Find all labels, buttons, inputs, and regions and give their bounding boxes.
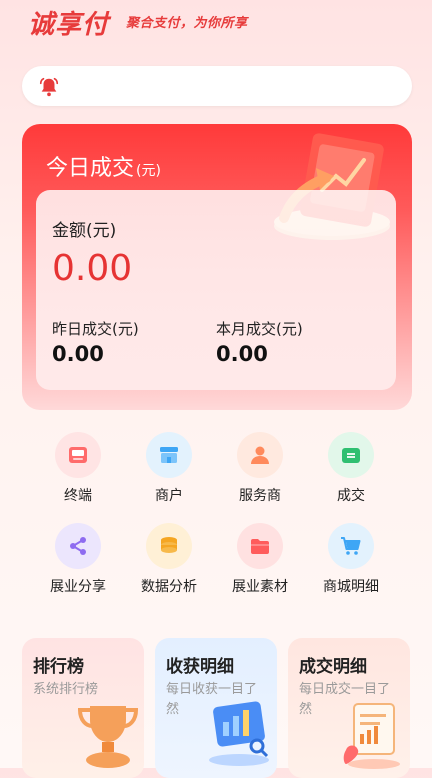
today-title-text: 今日成交 <box>46 156 135 181</box>
menu-label: 商城明细 <box>323 579 379 595</box>
menu-item-terminal[interactable]: 终端 <box>30 432 126 512</box>
menu-label: 成交 <box>337 488 365 504</box>
menu-label: 展业素材 <box>232 579 288 595</box>
cart-icon <box>328 523 374 569</box>
menu-item-material[interactable]: 展业素材 <box>212 523 308 603</box>
menu-item-deal[interactable]: 成交 <box>303 432 399 512</box>
ranking-card-subtitle: 系统排行榜 <box>33 682 99 697</box>
trophy-icon <box>77 706 139 768</box>
income-detail-card[interactable]: 收获明细 每日收获一目了然 <box>155 638 277 778</box>
income-card-title: 收获明细 <box>166 657 234 677</box>
menu-label: 数据分析 <box>141 579 197 595</box>
today-title: 今日成交 (元) <box>46 150 161 182</box>
menu-item-merchant[interactable]: 商户 <box>121 432 217 512</box>
today-title-unit: (元) <box>136 163 161 179</box>
menu-label: 服务商 <box>239 488 281 504</box>
yesterday-value: 0.00 <box>52 342 104 366</box>
menu-item-data-analysis[interactable]: 数据分析 <box>121 523 217 603</box>
yesterday-label: 昨日成交(元) <box>52 320 139 338</box>
amount-value: 0.00 <box>52 248 133 289</box>
folder-icon <box>237 523 283 569</box>
person-icon <box>237 432 283 478</box>
menu-item-mall-detail[interactable]: 商城明细 <box>303 523 399 603</box>
menu-label: 商户 <box>155 488 183 504</box>
menu-item-service-provider[interactable]: 服务商 <box>212 432 308 512</box>
menu-label: 终端 <box>64 488 92 504</box>
coins-icon <box>146 523 192 569</box>
bell-icon <box>39 77 59 97</box>
menu-item-share[interactable]: 展业分享 <box>30 523 126 603</box>
ranking-card-title: 排行榜 <box>33 657 84 677</box>
report-chart-icon <box>209 701 269 766</box>
wallet-icon <box>328 432 374 478</box>
menu-label: 展业分享 <box>50 579 106 595</box>
amount-label: 金额(元) <box>52 221 117 241</box>
store-icon <box>146 432 192 478</box>
notice-bar[interactable] <box>22 66 412 106</box>
terminal-icon <box>55 432 101 478</box>
deal-card-title: 成交明细 <box>299 657 367 677</box>
month-value: 0.00 <box>216 342 268 366</box>
deal-detail-card[interactable]: 成交明细 每日成交一目了然 <box>288 638 410 778</box>
document-icon <box>343 703 400 769</box>
ranking-card[interactable]: 排行榜 系统排行榜 <box>22 638 144 778</box>
month-label: 本月成交(元) <box>216 320 303 338</box>
app-brand: 诚享付 <box>28 10 110 40</box>
app-slogan: 聚合支付，为你所享 <box>126 16 248 31</box>
share-icon <box>55 523 101 569</box>
